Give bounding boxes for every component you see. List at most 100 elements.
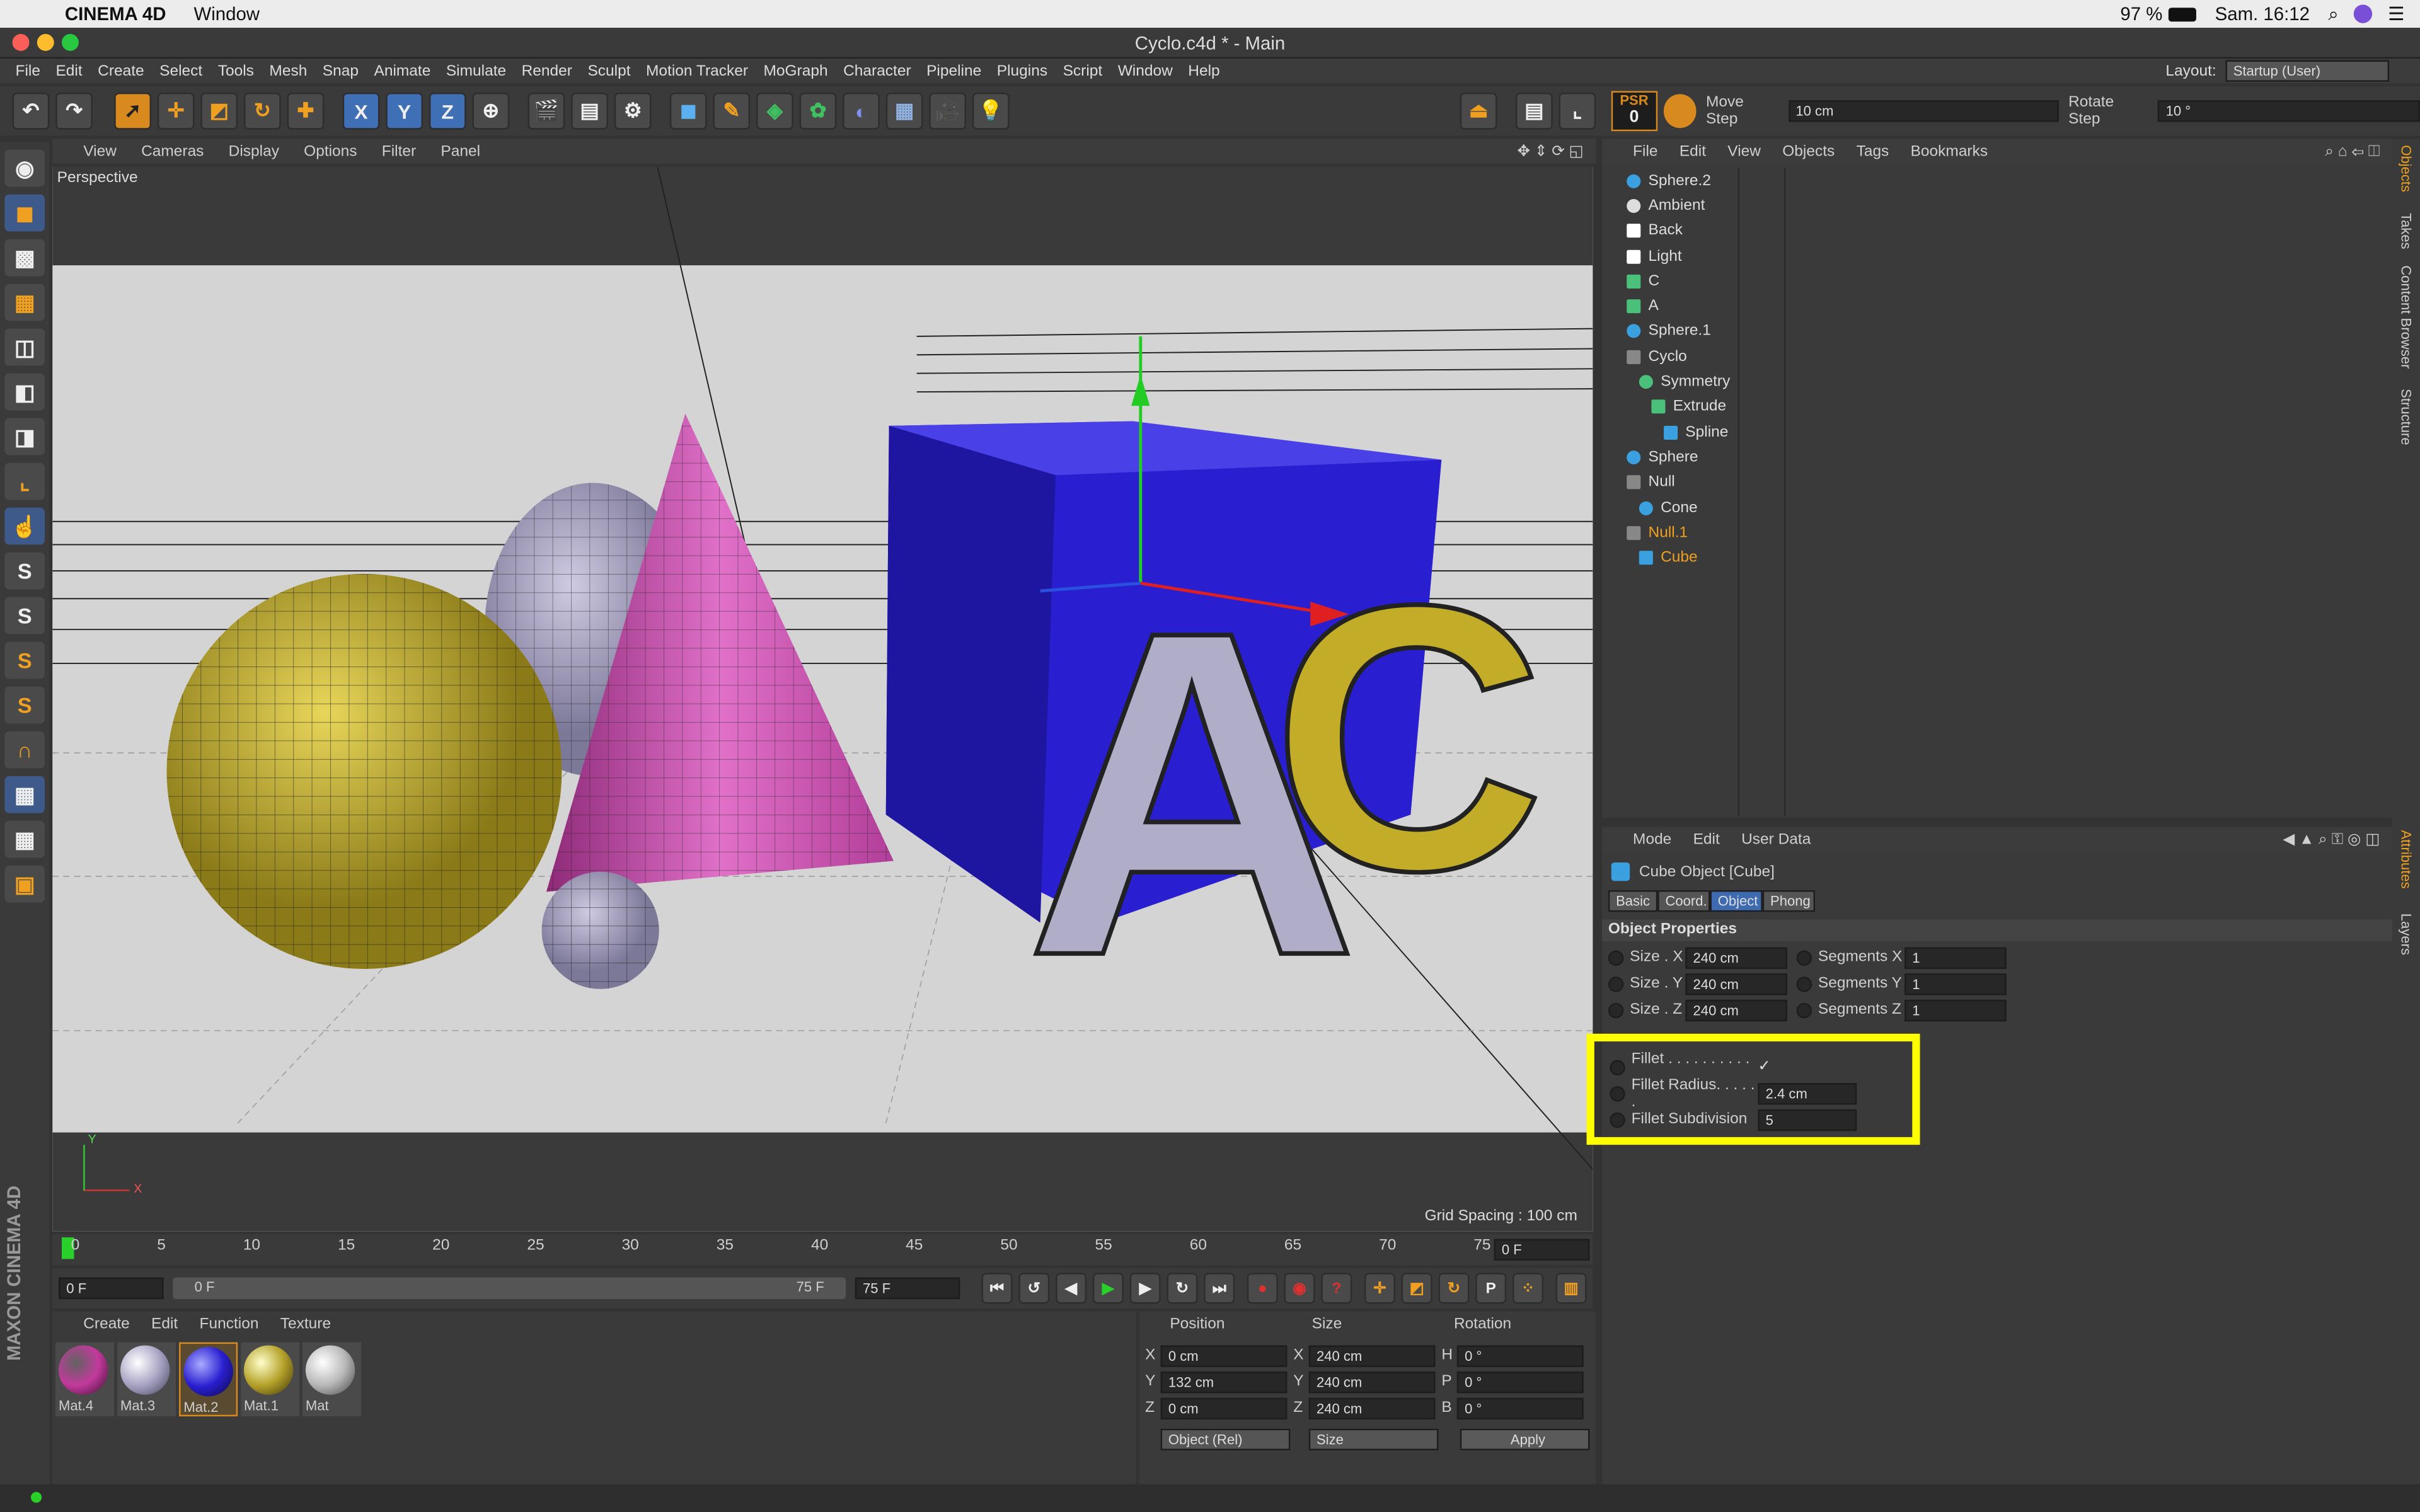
close-button[interactable] (12, 33, 30, 51)
timeline-window-icon[interactable]: ▥ (1555, 1273, 1587, 1304)
key-rotation-icon[interactable]: ↻ (1438, 1273, 1470, 1304)
end-frame-field[interactable]: 75 F (855, 1277, 960, 1300)
key-scale-icon[interactable]: ◩ (1401, 1273, 1432, 1304)
snap-timer-icon[interactable] (1663, 94, 1697, 129)
lock-workplane-icon[interactable]: ▦ (4, 820, 45, 858)
segments-x-input[interactable]: 1 (1904, 946, 2007, 968)
tab-object[interactable]: Object (1710, 890, 1763, 912)
obj-search-icon[interactable]: ⌕ ⌂ ⇦ ◫ (2325, 143, 2380, 160)
play-icon[interactable]: ▶ (1092, 1273, 1124, 1304)
object-row[interactable]: Cube (1602, 546, 2392, 571)
object-row[interactable]: Ambient (1602, 193, 2392, 219)
fillet-subdivision-input[interactable]: 5 (1758, 1108, 1857, 1130)
texture-mode-icon[interactable]: ▩ (4, 239, 45, 277)
obj-menu-edit[interactable]: Edit (1680, 143, 1706, 160)
size-y-input[interactable]: 240 cm (1685, 973, 1787, 995)
size-z-input[interactable]: 240 cm (1685, 999, 1787, 1021)
viewport-menu-filter[interactable]: Filter (382, 143, 416, 160)
y-axis-lock-icon[interactable]: Y (386, 92, 424, 130)
tab-layers[interactable]: Layers (2399, 914, 2414, 955)
tab-phong[interactable]: Phong (1762, 890, 1816, 912)
menu-window[interactable]: Window (1118, 62, 1173, 79)
goto-start-icon[interactable]: ⏮ (981, 1273, 1013, 1304)
cube-primitive-icon[interactable]: ◼ (669, 92, 707, 130)
viewport-nav-icon[interactable]: ✥ ⇕ ⟳ ◱ (1518, 143, 1584, 160)
object-row[interactable]: Sphere.2 (1602, 168, 2392, 193)
key-param-icon[interactable]: P (1475, 1273, 1507, 1304)
menu-character[interactable]: Character (843, 62, 911, 79)
size-mode-select[interactable]: Size (1308, 1428, 1439, 1451)
render-picture-viewer-icon[interactable]: ▤ (571, 92, 608, 130)
object-row[interactable]: Back (1602, 219, 2392, 244)
light-icon[interactable]: 💡 (972, 92, 1010, 130)
spotlight-icon[interactable]: ⌕ (2328, 3, 2338, 26)
next-key-icon[interactable]: ↻ (1167, 1273, 1198, 1304)
radio-icon[interactable] (1796, 975, 1812, 992)
subdivision-icon[interactable]: ◈ (756, 92, 793, 130)
object-row[interactable]: A (1602, 294, 2392, 319)
segments-y-input[interactable]: 1 (1904, 973, 2007, 995)
x-axis-lock-icon[interactable]: X (342, 92, 380, 130)
axis-mode-icon[interactable]: ⌞ (4, 462, 45, 500)
viewport-menu-options[interactable]: Options (304, 143, 357, 160)
attr-menu-user-data[interactable]: User Data (1741, 831, 1811, 848)
rotation-p-field[interactable]: 0 ° (1456, 1370, 1584, 1393)
next-frame-icon[interactable]: ▶ (1129, 1273, 1161, 1304)
siri-icon[interactable] (2354, 4, 2373, 23)
material-swatch[interactable]: Mat.4 (55, 1342, 115, 1417)
tab-coord[interactable]: Coord. (1657, 890, 1710, 912)
edges-mode-icon[interactable]: ◧ (4, 373, 45, 411)
menu-pipeline[interactable]: Pipeline (926, 62, 981, 79)
polygons-mode-icon[interactable]: ◨ (4, 418, 45, 455)
menu-mesh[interactable]: Mesh (269, 62, 307, 79)
keyframe-selection-icon[interactable]: ? (1321, 1273, 1352, 1304)
quantize-icon[interactable]: S (4, 686, 45, 724)
radio-icon[interactable] (1796, 1002, 1812, 1018)
menu-tools[interactable]: Tools (218, 62, 254, 79)
z-axis-lock-icon[interactable]: Z (429, 92, 466, 130)
workplane-icon[interactable]: ▦ (4, 284, 45, 321)
object-row[interactable]: Null.1 (1602, 520, 2392, 546)
layout-sheet-icon[interactable]: ▤ (1515, 92, 1553, 130)
rotate-step-input[interactable]: 10 ° (2158, 100, 2420, 122)
object-row[interactable]: Extrude (1602, 394, 2392, 420)
viewport-menu-cameras[interactable]: Cameras (141, 143, 204, 160)
tab-content-browser[interactable]: Content Browser (2399, 265, 2414, 369)
visibility-column[interactable] (1737, 168, 1740, 816)
size-x-input[interactable]: 240 cm (1685, 946, 1787, 968)
material-swatch[interactable]: Mat.1 (241, 1342, 300, 1417)
make-editable-icon[interactable]: ◉ (4, 149, 45, 187)
app-name[interactable]: CINEMA 4D (65, 3, 166, 25)
psr-indicator[interactable]: PSR 0 (1611, 91, 1657, 132)
attr-menu-mode[interactable]: Mode (1633, 831, 1671, 848)
move-icon[interactable]: ✛ (157, 92, 195, 130)
magnet-icon[interactable]: ∩ (4, 731, 45, 769)
menu-create[interactable]: Create (98, 62, 144, 79)
current-frame-field[interactable]: 0 F (1494, 1239, 1590, 1261)
menu-help[interactable]: Help (1188, 62, 1219, 79)
obj-menu-file[interactable]: File (1633, 143, 1657, 160)
render-view-icon[interactable]: 🎬 (527, 92, 565, 130)
prev-key-icon[interactable]: ↺ (1018, 1273, 1050, 1304)
menu-plugins[interactable]: Plugins (997, 62, 1047, 79)
deformer-icon[interactable]: ◐ (843, 92, 880, 130)
mat-menu-create[interactable]: Create (83, 1315, 130, 1332)
model-mode-icon[interactable]: ◼ (4, 194, 45, 232)
menu-sculpt[interactable]: Sculpt (587, 62, 630, 79)
object-row[interactable]: Cone (1602, 495, 2392, 520)
viewport-menu-view[interactable]: View (83, 143, 117, 160)
object-row[interactable]: Sphere.1 (1602, 319, 2392, 344)
menu-mograph[interactable]: MoGraph (763, 62, 827, 79)
camera-label[interactable]: Perspective (57, 169, 138, 186)
radio-icon[interactable] (1796, 949, 1812, 965)
radio-icon[interactable] (1610, 1085, 1625, 1101)
object-row[interactable]: Cyclo (1602, 344, 2392, 369)
menu-render[interactable]: Render (522, 62, 572, 79)
attr-menu-edit[interactable]: Edit (1693, 831, 1720, 848)
attr-nav-icon[interactable]: ◀ ▲ ⌕ ⚿ ◎ ◫ (2283, 831, 2380, 848)
material-swatch[interactable]: Mat.2 (179, 1342, 238, 1417)
obj-menu-bookmarks[interactable]: Bookmarks (1911, 143, 1988, 160)
live-selection-icon[interactable]: ➚ (114, 92, 152, 130)
mat-menu-texture[interactable]: Texture (280, 1315, 331, 1332)
fillet-radius-input[interactable]: 2.4 cm (1758, 1082, 1857, 1104)
